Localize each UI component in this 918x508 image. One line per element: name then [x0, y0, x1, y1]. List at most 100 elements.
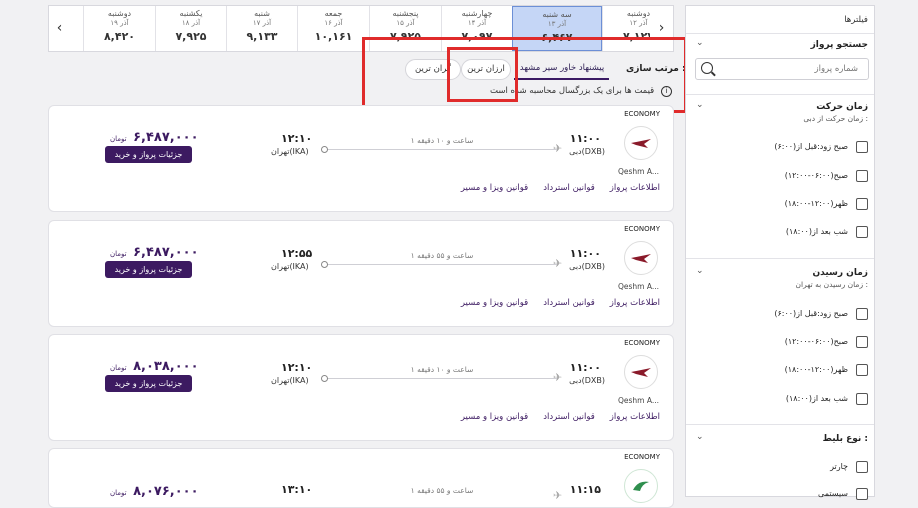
filter-option-label: شب بعد از(۱۸:۰۰)	[785, 394, 848, 403]
visa-rules-link[interactable]: قوانین ویزا و مسیر	[461, 298, 528, 308]
departure-airport: دبی(DXB)	[569, 376, 605, 385]
date-cell[interactable]: دوشنبه ۱۹ آذر ۸,۴۲۰	[83, 6, 155, 51]
search-flight-heading: جستجو پرواز	[810, 40, 868, 50]
filter-option[interactable]: چارتر	[692, 461, 868, 475]
chevron-down-icon[interactable]: ⌄	[696, 432, 704, 442]
route-line	[325, 264, 557, 265]
visa-rules-link[interactable]: قوانین ویزا و مسیر	[461, 412, 528, 422]
checkbox[interactable]	[856, 488, 868, 500]
arrival-airport: تهران(IKA)	[271, 147, 309, 156]
arrival-airport: تهران(IKA)	[271, 376, 309, 385]
date-cell[interactable]: چهارشنبه ۱۴ آذر ۷,۰۹۷	[441, 6, 512, 51]
date-price: ۸,۴۲۰	[103, 30, 136, 43]
arrival-airport: تهران(IKA)	[271, 262, 309, 271]
date-day: جمعه	[324, 9, 343, 18]
flight-info-link[interactable]: اطلاعات پرواز	[610, 298, 660, 308]
date-price: ۶,۴۶۷	[541, 31, 573, 44]
filter-option-label: ظهر(۱۲:۰۰-۱۸:۰۰)	[784, 199, 848, 208]
date-date: ۱۵ آذر	[396, 19, 415, 27]
flight-info-link[interactable]: اطلاعات پرواز	[610, 183, 660, 193]
date-date: ۱۸ آذر	[181, 19, 201, 27]
sort-recommended-button[interactable]: پیشنهاد خاور سیر مشهد	[512, 59, 612, 80]
arrival-time: ۱۲:۱۰	[281, 132, 313, 145]
flight-price: ۶,۴۸۷,۰۰۰ تومان	[110, 245, 199, 260]
filter-option[interactable]: سیستمی	[692, 488, 868, 502]
date-strip: دوشنبه ۱۲ آذر ۷,۱۲۷ سه شنبه ۱۳ آذر ۶,۴۶۷…	[48, 5, 674, 52]
airline-logo-icon	[624, 469, 658, 503]
filter-option-label: صبح زود:قبل از(۶:۰۰)	[774, 309, 848, 318]
flight-duration: ۱ ساعت و ۵۵ دقیقه	[410, 486, 474, 495]
currency: تومان	[110, 250, 127, 258]
flight-card: ECONOMY Qeshm A... ۱۱:۰۰ دبی(DXB) ✈ ۱ سا…	[48, 220, 674, 327]
date-cell-selected[interactable]: سه شنبه ۱۳ آذر ۶,۴۶۷	[512, 6, 602, 51]
search-icon[interactable]	[701, 62, 713, 74]
route-line	[325, 378, 557, 379]
date-cell[interactable]: یکشنبه ۱۸ آذر ۷,۹۲۵	[155, 6, 226, 51]
flight-links: اطلاعات پرواز قوانین استرداد قوانین ویزا و…	[446, 412, 660, 422]
divider	[686, 424, 874, 425]
sort-label: مرتب سازی :	[626, 64, 686, 74]
prev-dates-arrow-icon[interactable]: ‹	[48, 5, 70, 52]
departure-time: ۱۱:۱۵	[569, 483, 601, 496]
filter-option[interactable]: صبح(۰۶:۰۰-۱۲:۰۰)	[692, 170, 868, 184]
refund-rules-link[interactable]: قوانین استرداد	[543, 183, 595, 193]
filter-option[interactable]: ظهر(۱۲:۰۰-۱۸:۰۰)	[692, 364, 868, 378]
date-cell[interactable]: جمعه ۱۶ آذر ۱۰,۱۶۱	[297, 6, 369, 51]
date-day: یکشنبه	[179, 9, 203, 18]
cabin-class: ECONOMY	[624, 110, 660, 118]
airline-logo-icon	[624, 241, 658, 275]
checkbox[interactable]	[856, 141, 868, 153]
checkbox[interactable]	[856, 170, 868, 182]
divider	[686, 258, 874, 259]
chevron-down-icon[interactable]: ⌄	[696, 38, 704, 48]
airline-name: Qeshm A...	[617, 282, 659, 291]
departure-time-sub: زمان حرکت از دبی :	[803, 114, 868, 123]
filter-option[interactable]: صبح زود:قبل از(۶:۰۰)	[692, 308, 868, 322]
flight-info-link[interactable]: اطلاعات پرواز	[610, 412, 660, 422]
filters-title: فیلترها	[844, 15, 868, 25]
currency: تومان	[110, 489, 127, 497]
date-price: ۷,۰۹۷	[461, 30, 493, 43]
checkbox[interactable]	[856, 336, 868, 348]
checkbox[interactable]	[856, 308, 868, 320]
visa-rules-link[interactable]: قوانین ویزا و مسیر	[461, 183, 528, 193]
buy-button[interactable]: جزئیات پرواز و خرید	[105, 261, 192, 278]
sort-expensive-button[interactable]: گران ترین	[405, 59, 461, 80]
currency: تومان	[110, 364, 127, 372]
info-icon: i	[661, 86, 672, 97]
divider	[686, 94, 874, 95]
checkbox[interactable]	[856, 461, 868, 473]
refund-rules-link[interactable]: قوانین استرداد	[543, 412, 595, 422]
chevron-down-icon[interactable]: ⌄	[696, 266, 704, 276]
filter-option-label: صبح(۰۶:۰۰-۱۲:۰۰)	[784, 171, 848, 180]
filter-option[interactable]: صبح(۰۶:۰۰-۱۲:۰۰)	[692, 336, 868, 350]
flight-number-input[interactable]	[720, 61, 860, 77]
next-dates-arrow-icon[interactable]: ›	[650, 5, 674, 52]
sort-cheapest-button[interactable]: ارزان ترین	[461, 59, 511, 80]
checkbox[interactable]	[856, 393, 868, 405]
airline-logo-icon	[624, 126, 658, 160]
date-day: سه شنبه	[542, 10, 572, 19]
date-day: پنجشنبه	[392, 9, 419, 18]
filter-option[interactable]: شب بعد از(۱۸:۰۰)	[692, 393, 868, 407]
refund-rules-link[interactable]: قوانین استرداد	[543, 298, 595, 308]
flight-price: ۸,۰۳۸,۰۰۰ تومان	[110, 359, 199, 374]
checkbox[interactable]	[856, 364, 868, 376]
flight-links: اطلاعات پرواز قوانین استرداد قوانین ویزا و…	[446, 183, 660, 193]
filter-option[interactable]: شب بعد از(۱۸:۰۰)	[692, 226, 868, 240]
filter-option[interactable]: ظهر(۱۲:۰۰-۱۸:۰۰)	[692, 198, 868, 212]
filter-option[interactable]: صبح زود:قبل از(۶:۰۰)	[692, 141, 868, 155]
buy-button[interactable]: جزئیات پرواز و خرید	[105, 375, 192, 392]
date-date: ۱۶ آذر	[324, 19, 343, 27]
plane-icon: ✈	[553, 489, 563, 502]
date-price: ۹,۱۳۳	[246, 30, 278, 43]
date-cell[interactable]: پنجشنبه ۱۵ آذر ۷,۹۲۵	[369, 6, 441, 51]
departure-time: ۱۱:۰۰	[569, 361, 601, 374]
date-cell[interactable]: شنبه ۱۷ آذر ۹,۱۳۳	[226, 6, 297, 51]
checkbox[interactable]	[856, 198, 868, 210]
buy-button[interactable]: جزئیات پرواز و خرید	[105, 146, 192, 163]
price-note: قیمت ها برای یک بزرگسال محاسبه شده است	[490, 86, 655, 96]
checkbox[interactable]	[856, 226, 868, 238]
route-end-dot	[321, 146, 328, 153]
chevron-down-icon[interactable]: ⌄	[696, 100, 704, 110]
